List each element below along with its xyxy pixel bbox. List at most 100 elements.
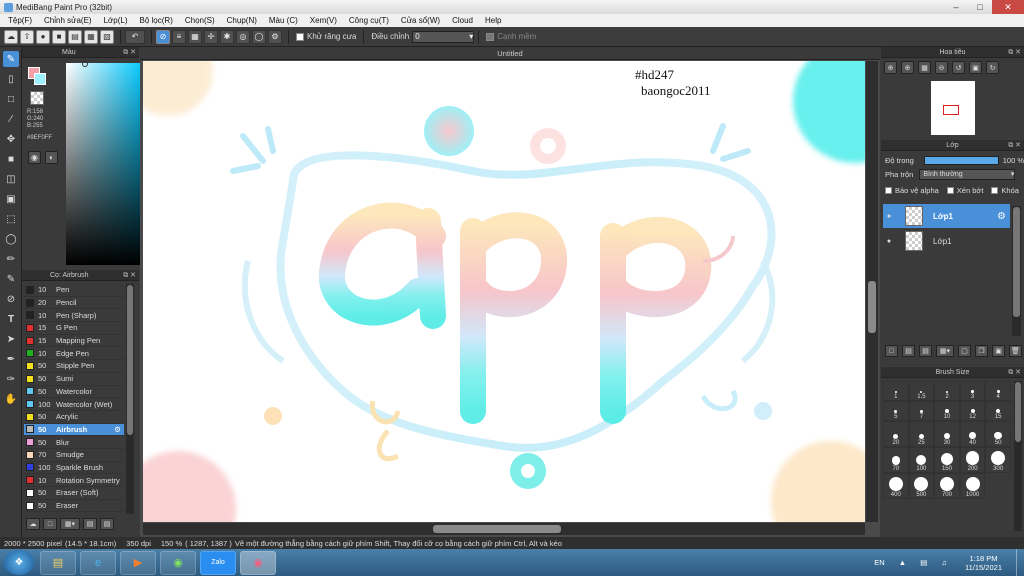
clipping-checkbox[interactable] [946,186,954,194]
menu-file[interactable]: Tệp(F) [2,16,38,25]
concentric-snap-icon[interactable]: ◎ [236,29,250,44]
page-icon[interactable]: ▤ [68,29,82,44]
brush-item[interactable]: 15 G Pen [24,322,124,335]
minimize-button[interactable]: – [944,0,968,14]
radial-snap-icon[interactable]: ✱ [220,29,234,44]
menu-layer[interactable]: Lớp(L) [98,16,134,25]
panel-close-icon[interactable]: ⧉ ✕ [1008,141,1021,150]
brush-size-cell[interactable]: 300 [985,447,1011,473]
brush-size-cell[interactable]: 400 [883,473,909,499]
speech-bubble-icon[interactable]: ● [36,29,50,44]
brush-size-scrollbar[interactable] [1014,381,1022,531]
brush-item[interactable]: 50 Blur [24,436,124,449]
brush-item[interactable]: 50 Stipple Pen [24,360,124,373]
background-color-swatch[interactable] [34,73,46,85]
layer-item[interactable]: ● Lớp1 ⚙ [883,204,1010,228]
canvas-tab[interactable]: Untitled [140,47,880,60]
brush-item[interactable]: 100 Watercolor (Wet) [24,398,124,411]
snap-settings-icon[interactable]: ⚙ [268,29,282,44]
rotate-right-icon[interactable]: ↻ [986,61,999,74]
snap-off-icon[interactable]: ⊘ [156,29,170,44]
divide-tool-icon[interactable]: ⊘ [3,291,19,307]
brush-size-cell[interactable]: 15 [985,401,1011,421]
zalo-icon[interactable]: Zalo [200,550,236,575]
blend-mode-select[interactable]: Bình thường ▾ [919,168,1016,180]
transparent-color-swatch[interactable] [30,91,44,105]
brush-item[interactable]: 50 Eraser [24,500,124,513]
clock[interactable]: 1:18 PM 11/15/2021 [965,554,1002,572]
zoom-out-icon[interactable]: ⊖ [935,61,948,74]
select-pen-tool-icon[interactable]: ✏ [3,251,19,267]
antialias-checkbox[interactable] [296,32,304,41]
menu-help[interactable]: Help [479,16,507,25]
menu-filter[interactable]: Bộ lọc(R) [134,16,179,25]
add-brush-icon[interactable]: □ [43,518,57,530]
brush-size-cell[interactable]: 3 [959,381,986,401]
menu-tools[interactable]: Công cụ(T) [343,16,395,25]
text-tool-icon[interactable]: T [3,311,19,327]
brush-item[interactable]: 15 Mapping Pen [24,335,124,348]
duplicate-layer-icon[interactable]: ❐ [975,345,988,357]
brush-item[interactable]: 100 Sparkle Brush [24,462,124,475]
menu-edit[interactable]: Chỉnh sửa(E) [38,16,98,25]
brush-size-cell[interactable]: 1.5 [908,381,935,401]
export-icon[interactable]: ⇧ [20,29,34,44]
internet-explorer-icon[interactable]: e [80,550,116,575]
brush-size-cell[interactable]: 5 [883,401,909,421]
navigator-thumbnail[interactable] [931,81,975,135]
fit-icon[interactable]: ▦ [918,61,931,74]
circle-snap-icon[interactable]: ◯ [252,29,266,44]
menu-select[interactable]: Chọn(S) [179,16,221,25]
drawing-canvas[interactable]: #hd247 baongoc2011 [143,61,865,522]
scroll-thumb[interactable] [868,281,876,333]
panel-close-icon[interactable]: ⧉ ✕ [1008,368,1021,377]
brush-size-cell[interactable]: 7 [908,401,935,421]
comment-icon[interactable]: ■ [52,29,66,44]
soft-edge-checkbox[interactable] [486,32,495,41]
vanishing-point-icon[interactable]: ✢ [204,29,218,44]
grid-icon[interactable]: ▧ [100,29,114,44]
brush-item[interactable]: 10 Edge Pen [24,347,124,361]
brush-size-cell[interactable]: 70 [883,447,909,473]
scroll-thumb[interactable] [127,285,133,435]
menu-color[interactable]: Màu (C) [263,16,304,25]
menu-window[interactable]: Cửa sổ(W) [395,16,446,25]
eyedropper-tool-icon[interactable]: ✒ [3,351,19,367]
scroll-thumb[interactable] [433,525,561,533]
zoom-in-icon[interactable]: ⊕ [884,61,897,74]
folder-icon[interactable]: ▢ [958,345,971,357]
brush-item[interactable]: 50 Eraser (Soft) [24,487,124,500]
file-explorer-icon[interactable]: ▤ [40,550,76,575]
parallel-snap-icon[interactable]: ≡ [172,29,186,44]
canvas-horizontal-scrollbar[interactable] [143,523,865,535]
brush-item[interactable]: 10 Rotation Symmetry [24,474,124,487]
brush-size-cell[interactable]: 40 [959,421,986,447]
brush-item[interactable]: 70 Smudge [24,449,124,462]
select-tool-icon[interactable]: ⬚ [3,211,19,227]
gradient-tool-icon[interactable]: ▣ [3,191,19,207]
visibility-icon[interactable]: ● [883,213,895,220]
magic-wand-tool-icon[interactable]: ⁄ [3,111,19,127]
select-eraser-tool-icon[interactable]: ✎ [3,271,19,287]
close-button[interactable]: ✕ [992,0,1024,14]
scroll-thumb[interactable] [1015,382,1021,442]
eraser-tool-icon[interactable]: ▯ [3,71,19,87]
opacity-slider[interactable] [923,155,999,165]
brush-size-cell[interactable]: 500 [908,473,935,499]
cloud-brush-icon[interactable]: ☁ [26,518,40,530]
gear-icon[interactable]: ⚙ [114,425,121,434]
brush-size-cell[interactable]: 10 [934,401,960,421]
operation-tool-icon[interactable]: ➤ [3,331,19,347]
brush-item[interactable]: 50 Acrylic [24,411,124,424]
tray-icons[interactable]: ▲ ▤ ♫ [899,558,953,567]
cloud-icon[interactable]: ☁ [4,29,18,44]
cross-snap-icon[interactable]: ▦ [188,29,202,44]
bucket-tool-icon[interactable]: ◫ [3,171,19,187]
move-tool-icon[interactable]: ✥ [3,131,19,147]
scroll-thumb[interactable] [1013,207,1020,317]
new-8bit-layer-icon[interactable]: ▤ [919,345,932,357]
start-button[interactable]: ❖ [4,550,34,575]
brush-item[interactable]: 10 Pen [24,284,124,297]
new-layer-icon[interactable]: □ [885,345,898,357]
maximize-button[interactable]: □ [968,0,992,14]
